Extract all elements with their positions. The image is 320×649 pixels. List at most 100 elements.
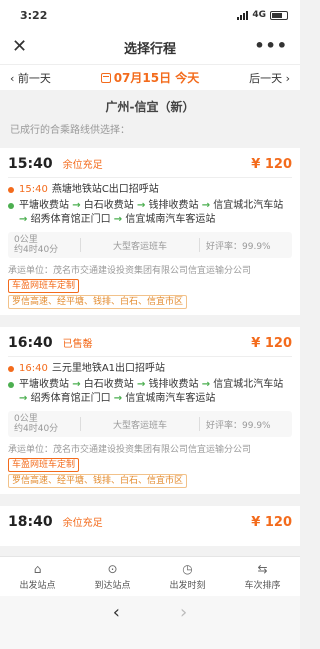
stop: 钱排收费站 xyxy=(148,379,199,390)
stop: 绍秀体育馆正门口 xyxy=(30,214,111,225)
home-icon: ⌂ xyxy=(33,562,42,576)
trip-card[interactable]: 15:40 余位充足 ¥ 120 15:40 燕塘地铁站C出口招呼站 平塘收费站 … xyxy=(0,148,300,315)
stop: 白石收费站 xyxy=(83,200,134,211)
stop: 信宜城南汽车客运站 xyxy=(125,393,216,404)
forward-arrow-icon[interactable]: › xyxy=(180,602,187,623)
divider xyxy=(8,356,292,357)
arrow-right-icon: → xyxy=(72,379,81,390)
stop: 平塘收费站 xyxy=(19,200,69,211)
trip-time: 18:40 xyxy=(8,514,53,530)
close-icon[interactable]: ✕ xyxy=(12,36,27,57)
trip-time: 16:40 xyxy=(8,335,53,351)
signal-icon xyxy=(237,10,249,20)
arrow-right-icon: → xyxy=(136,379,146,390)
separator xyxy=(199,417,200,431)
route-title: 广州-信宜（新） xyxy=(105,100,195,114)
rating: 好评率：99.9% xyxy=(206,420,271,431)
vehicle-type: 大型客运班车 xyxy=(112,420,167,431)
prev-day-button[interactable]: ‹ 前一天 xyxy=(10,70,51,86)
carrier: 承运单位：茂名市交通建设投资集团有限公司信宜运输分公司 xyxy=(8,445,252,455)
stop: 信宜城南汽车客运站 xyxy=(125,214,216,225)
departure-station: 三元里地铁A1出口招呼站 xyxy=(51,363,166,374)
stop: 白石收费站 xyxy=(83,379,134,390)
service-tag: 车盈网班车定制 xyxy=(8,279,80,293)
stops-list: 平塘收费站 → 白石收费站 → 钱排收费站 → 信宜城北汽车站 → 绍秀体育馆正… xyxy=(19,199,292,227)
arrow-right-icon: → xyxy=(19,214,28,225)
trip-price: ¥ 120 xyxy=(251,156,292,172)
stop: 平塘收费站 xyxy=(19,379,69,390)
tab-arrival-station[interactable]: ⊙ 到达站点 xyxy=(75,557,150,596)
date-bar: ‹ 前一天 07月15日 今天 后一天 › xyxy=(0,64,300,90)
sort-icon: ⇆ xyxy=(257,562,268,576)
stop: 钱排收费站 xyxy=(148,200,199,211)
stop: 绍秀体育馆正门口 xyxy=(30,393,111,404)
next-day-button[interactable]: 后一天 › xyxy=(249,70,290,86)
stops-dot-icon xyxy=(8,382,14,388)
divider xyxy=(8,177,292,178)
trip-price: ¥ 120 xyxy=(251,514,292,530)
stop: 信宜城北汽车站 xyxy=(213,379,284,390)
battery-icon xyxy=(270,10,288,20)
page-title: 选择行程 xyxy=(123,41,176,57)
separator xyxy=(80,238,81,252)
trip-info-box: 0公里 约4时40分 大型客运班车 好评率：99.9% xyxy=(8,411,292,437)
departure-row: 16:40 三元里地铁A1出口招呼站 xyxy=(8,362,292,376)
status-indicators: 4G xyxy=(237,10,288,20)
arrow-right-icon: → xyxy=(72,200,81,211)
route-header: 广州-信宜（新） 已成行的合乘路线供选择： xyxy=(0,90,300,136)
trip-time: 15:40 xyxy=(8,156,53,172)
tab-label: 车次排序 xyxy=(244,581,281,591)
date-label: 07月15日 今天 xyxy=(113,71,200,85)
departure-time: 15:40 xyxy=(19,184,48,195)
seat-status: 余位充足 xyxy=(62,160,103,171)
duration-value: 约4时40分 xyxy=(14,424,59,434)
departure-row: 15:40 燕塘地铁站C出口招呼站 xyxy=(8,183,292,197)
network-type: 4G xyxy=(252,10,266,20)
seat-status: 余位充足 xyxy=(62,518,103,529)
stops-list: 平塘收费站 → 白石收费站 → 钱排收费站 → 信宜城北汽车站 → 绍秀体育馆正… xyxy=(19,378,292,406)
separator xyxy=(199,238,200,252)
calendar-icon xyxy=(100,72,111,83)
arrow-right-icon: → xyxy=(136,200,146,211)
vehicle-type: 大型客运班车 xyxy=(112,241,167,252)
stops-dot-icon xyxy=(8,203,14,209)
location-pin-icon: ⊙ xyxy=(107,562,118,576)
arrow-right-icon: → xyxy=(201,379,211,390)
prev-day-label: 前一天 xyxy=(17,71,51,85)
service-tag: 车盈网班车定制 xyxy=(8,458,80,472)
tab-departure-station[interactable]: ⌂ 出发站点 xyxy=(0,557,75,596)
trip-info-box: 0公里 约4时40分 大型客运班车 好评率：99.9% xyxy=(8,232,292,258)
seat-status: 已售罄 xyxy=(62,339,93,350)
filter-tab-bar: ⌂ 出发站点 ⊙ 到达站点 ◷ 出发时刻 ⇆ 车次排序 xyxy=(0,556,300,596)
status-time: 3:22 xyxy=(20,8,48,22)
departure-dot-icon xyxy=(8,366,14,372)
date-selector[interactable]: 07月15日 今天 xyxy=(100,69,200,86)
trip-card[interactable]: 16:40 已售罄 ¥ 120 16:40 三元里地铁A1出口招呼站 平塘收费站 … xyxy=(0,327,300,494)
arrow-right-icon: → xyxy=(19,393,28,404)
tab-sort[interactable]: ⇆ 车次排序 xyxy=(225,557,300,596)
carrier: 承运单位：茂名市交通建设投资集团有限公司信宜运输分公司 xyxy=(8,266,252,276)
tab-label: 到达站点 xyxy=(94,581,131,591)
route-tag: 罗信高速、经平塘、钱排、白石、信宜市区 xyxy=(8,474,188,488)
next-day-label: 后一天 xyxy=(249,71,283,85)
arrow-right-icon: → xyxy=(201,200,211,211)
separator xyxy=(80,417,81,431)
stops-row: 平塘收费站 → 白石收费站 → 钱排收费站 → 信宜城北汽车站 → 绍秀体育馆正… xyxy=(8,378,292,406)
back-arrow-icon[interactable]: ‹ xyxy=(113,602,120,623)
trip-distance: 0公里 约4时40分 xyxy=(14,414,74,434)
tab-label: 出发时刻 xyxy=(169,581,206,591)
distance-value: 0公里 xyxy=(14,414,38,424)
route-subtitle: 已成行的合乘路线供选择： xyxy=(10,125,130,136)
rating: 好评率：99.9% xyxy=(206,241,271,252)
arrow-right-icon: → xyxy=(113,393,123,404)
stop: 信宜城北汽车站 xyxy=(213,200,284,211)
trip-distance: 0公里 约4时40分 xyxy=(14,235,74,255)
browser-nav-bar: ‹ › xyxy=(0,596,300,649)
departure-time: 16:40 xyxy=(19,363,48,374)
status-bar: 3:22 4G xyxy=(0,0,300,30)
more-icon[interactable]: ••• xyxy=(254,36,288,55)
trip-card[interactable]: 18:40 余位充足 ¥ 120 xyxy=(0,506,300,546)
tab-departure-time[interactable]: ◷ 出发时刻 xyxy=(150,557,225,596)
page: 3:22 4G ✕ 选择行程 ••• ‹ 前一天 07月15日 今天 后一天 ›… xyxy=(0,0,300,649)
nav-bar: ✕ 选择行程 ••• xyxy=(0,30,300,64)
